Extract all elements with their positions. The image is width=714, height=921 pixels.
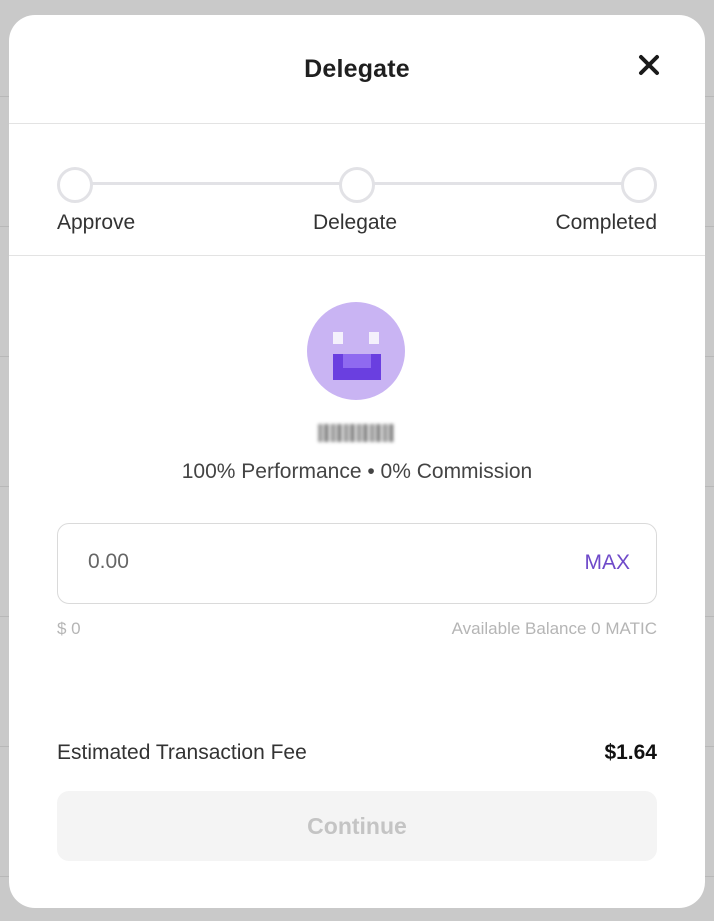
available-balance: Available Balance 0 MATIC bbox=[451, 619, 657, 638]
background-divider bbox=[704, 96, 714, 97]
usd-value: $ 0 bbox=[57, 619, 81, 638]
pixel-smiley-avatar bbox=[307, 302, 405, 400]
background-divider bbox=[704, 356, 714, 357]
avatar-eye bbox=[333, 332, 343, 344]
max-button[interactable]: MAX bbox=[584, 551, 630, 575]
avatar-eye bbox=[369, 332, 379, 344]
step-label-approve: Approve bbox=[57, 211, 136, 234]
step-connector bbox=[92, 182, 342, 185]
validator-stats: 100% Performance • 0% Commission bbox=[181, 460, 533, 483]
fee-value: $1.64 bbox=[604, 741, 657, 764]
continue-button[interactable]: Continue bbox=[57, 791, 657, 861]
progress-stepper: Approve Delegate Completed bbox=[9, 124, 705, 256]
delegate-modal: Delegate Approve Delegate Completed 100%… bbox=[9, 15, 705, 908]
background-divider bbox=[704, 746, 714, 747]
background-divider bbox=[704, 486, 714, 487]
step-indicator-approve bbox=[57, 167, 93, 203]
step-label-completed: Completed bbox=[555, 211, 657, 234]
background-divider bbox=[704, 616, 714, 617]
modal-title: Delegate bbox=[304, 55, 410, 83]
amount-input[interactable] bbox=[88, 550, 488, 574]
amount-field: MAX bbox=[57, 523, 657, 604]
close-icon[interactable] bbox=[637, 53, 661, 77]
validator-name-redacted bbox=[318, 424, 394, 442]
step-indicator-delegate bbox=[339, 167, 375, 203]
modal-header: Delegate bbox=[9, 15, 705, 124]
fee-label: Estimated Transaction Fee bbox=[57, 741, 307, 764]
background-divider bbox=[704, 226, 714, 227]
background-divider bbox=[704, 876, 714, 877]
step-label-delegate: Delegate bbox=[313, 211, 398, 234]
avatar-mouth-inner bbox=[343, 354, 371, 368]
step-indicator-completed bbox=[621, 167, 657, 203]
step-connector bbox=[374, 182, 624, 185]
validator-info: 100% Performance • 0% Commission bbox=[9, 256, 705, 496]
